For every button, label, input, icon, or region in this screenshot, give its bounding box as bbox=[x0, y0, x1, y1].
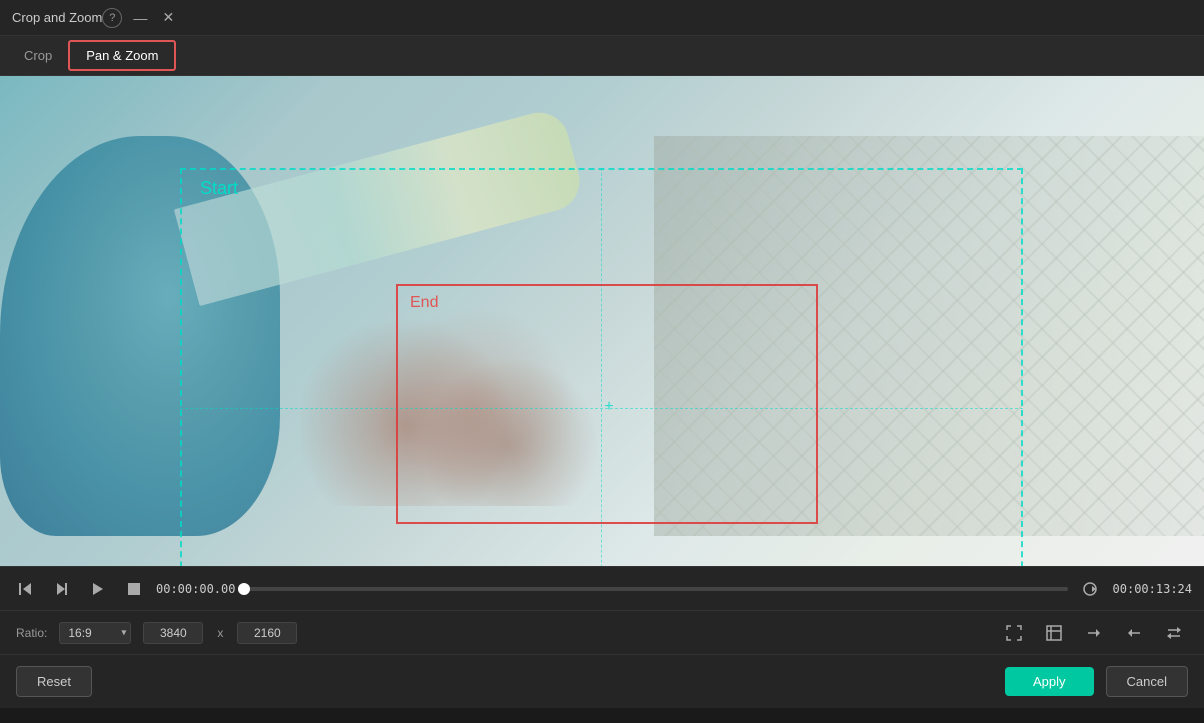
step-forward-button[interactable] bbox=[48, 575, 76, 603]
canvas-area: Start End bbox=[0, 76, 1204, 566]
align-left-button[interactable] bbox=[1120, 619, 1148, 647]
play-icon bbox=[90, 581, 106, 597]
end-label: End bbox=[410, 294, 438, 312]
droplets-element bbox=[300, 306, 650, 506]
stop-button[interactable] bbox=[120, 575, 148, 603]
help-button[interactable]: ? bbox=[102, 8, 122, 28]
swap-button[interactable] bbox=[1160, 619, 1188, 647]
align-right-icon bbox=[1085, 624, 1103, 642]
minimize-button[interactable]: — bbox=[130, 8, 150, 28]
start-label: Start bbox=[200, 178, 238, 199]
fullscreen-button[interactable] bbox=[1040, 619, 1068, 647]
mesh-element bbox=[654, 136, 1204, 536]
video-background bbox=[0, 76, 1204, 566]
progress-thumb[interactable] bbox=[238, 583, 250, 595]
controls-bar: Ratio: 16:9 4:3 1:1 9:16 Custom x bbox=[0, 610, 1204, 654]
reset-button[interactable]: Reset bbox=[16, 666, 92, 697]
cancel-button[interactable]: Cancel bbox=[1106, 666, 1188, 697]
titlebar-controls: ? — ✕ bbox=[102, 8, 178, 28]
pipette-element bbox=[174, 106, 586, 306]
dimension-separator: x bbox=[217, 626, 223, 640]
tab-crop[interactable]: Crop bbox=[8, 42, 68, 69]
width-input[interactable] bbox=[143, 622, 203, 644]
step-forward-icon bbox=[54, 581, 70, 597]
ratio-select[interactable]: 16:9 4:3 1:1 9:16 Custom bbox=[59, 622, 131, 644]
ratio-label: Ratio: bbox=[16, 626, 47, 640]
skip-back-icon bbox=[18, 581, 34, 597]
loop-button[interactable] bbox=[1076, 575, 1104, 603]
transport-bar: 00:00:00.00 00:00:13:24 bbox=[0, 566, 1204, 610]
action-bar: Reset Apply Cancel bbox=[0, 654, 1204, 708]
swap-icon bbox=[1165, 624, 1183, 642]
align-right-button[interactable] bbox=[1080, 619, 1108, 647]
skip-back-button[interactable] bbox=[12, 575, 40, 603]
loop-icon bbox=[1082, 581, 1098, 597]
align-left-icon bbox=[1125, 624, 1143, 642]
fit-screen-button[interactable] bbox=[1000, 619, 1028, 647]
time-current: 00:00:00.00 bbox=[156, 582, 236, 596]
titlebar-title: Crop and Zoom bbox=[12, 10, 102, 25]
apply-button[interactable]: Apply bbox=[1005, 667, 1094, 696]
tab-pan-zoom[interactable]: Pan & Zoom bbox=[68, 40, 176, 71]
ratio-select-wrap: 16:9 4:3 1:1 9:16 Custom bbox=[59, 622, 131, 644]
close-button[interactable]: ✕ bbox=[158, 8, 178, 28]
time-end: 00:00:13:24 bbox=[1112, 582, 1192, 596]
height-input[interactable] bbox=[237, 622, 297, 644]
titlebar: Crop and Zoom ? — ✕ bbox=[0, 0, 1204, 36]
tabbar: Crop Pan & Zoom bbox=[0, 36, 1204, 76]
play-button[interactable] bbox=[84, 575, 112, 603]
fullscreen-icon bbox=[1045, 624, 1063, 642]
stop-icon bbox=[126, 581, 142, 597]
progress-track[interactable] bbox=[244, 587, 1068, 591]
fit-screen-icon bbox=[1005, 624, 1023, 642]
